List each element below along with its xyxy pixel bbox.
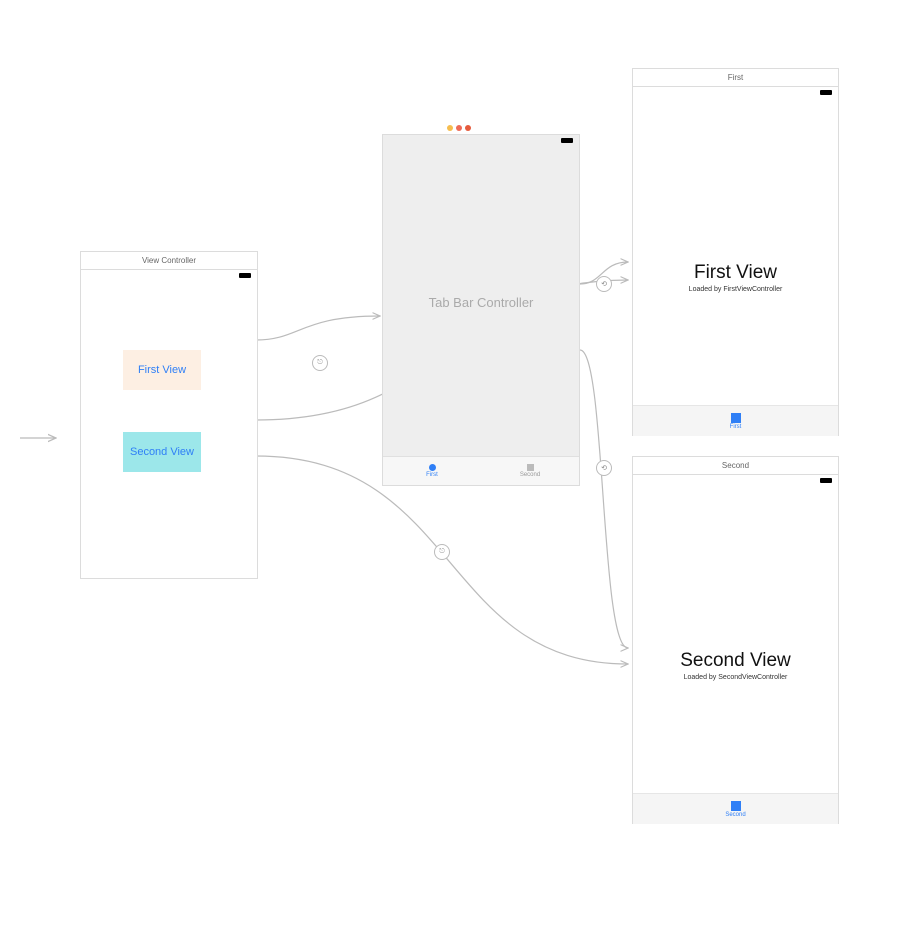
scene-title: View Controller — [81, 252, 257, 270]
tab-bar: Second — [633, 793, 838, 824]
battery-icon — [239, 273, 251, 278]
tab-label: Second — [520, 472, 540, 478]
tab-label: Second — [725, 812, 745, 818]
tab-item-second[interactable]: Second — [481, 457, 579, 485]
circle-icon — [429, 464, 436, 471]
tab-bar: First — [633, 405, 838, 436]
scene-tab-bar-controller[interactable]: Tab Bar Controller First Second — [382, 128, 578, 488]
scene-first[interactable]: First First View Loaded by FirstViewCont… — [632, 68, 839, 436]
battery-icon — [561, 138, 573, 143]
first-view-subtitle: Loaded by FirstViewController — [633, 286, 838, 293]
segue-relationship-icon[interactable]: ⟲ — [596, 276, 612, 292]
scene-title: Second — [633, 457, 838, 475]
square-icon — [731, 413, 741, 423]
tab-label: First — [730, 424, 742, 430]
battery-icon — [820, 90, 832, 95]
dot-red-icon — [456, 125, 462, 131]
second-view-subtitle: Loaded by SecondViewController — [633, 674, 838, 681]
scene-second[interactable]: Second Second View Loaded by SecondViewC… — [632, 456, 839, 824]
second-view-heading: Second View — [633, 650, 838, 672]
battery-icon — [820, 478, 832, 483]
square-icon — [527, 464, 534, 471]
window-traffic-lights — [447, 125, 471, 131]
segue-relationship-icon[interactable]: ⟲ — [596, 460, 612, 476]
second-view-button[interactable]: Second View — [123, 432, 201, 472]
segue-icon[interactable]: ⎋ — [434, 544, 450, 560]
tab-item-first[interactable]: First — [383, 457, 481, 485]
dot-orange-icon — [465, 125, 471, 131]
segue-icon[interactable]: ⎋ — [312, 355, 328, 371]
square-icon — [731, 801, 741, 811]
dot-yellow-icon — [447, 125, 453, 131]
first-view-button[interactable]: First View — [123, 350, 201, 390]
scene-title: First — [633, 69, 838, 87]
tab-label: First — [426, 472, 438, 478]
first-view-heading: First View — [633, 262, 838, 284]
tab-bar: First Second — [383, 456, 579, 485]
scene-view-controller[interactable]: View Controller First View Second View — [80, 251, 258, 579]
tab-bar-controller-label: Tab Bar Controller — [383, 295, 579, 310]
